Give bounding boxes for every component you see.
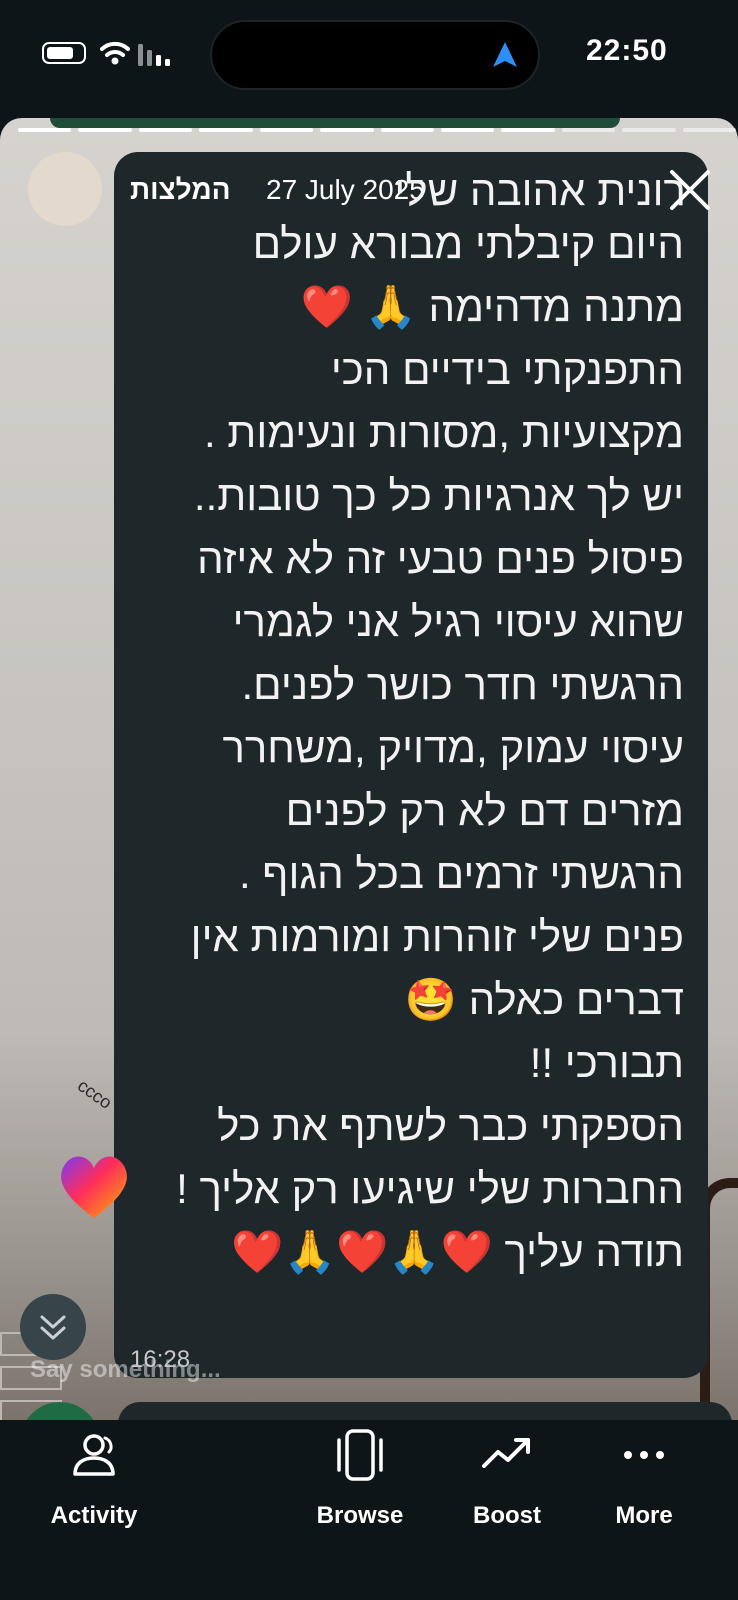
message-card: היום קיבלתי מבורא עולם מתנה מדהימה 🙏 ❤️ הת… [114,152,708,1378]
message-text: היום קיבלתי מבורא עולם מתנה מדהימה 🙏 ❤️ הת… [124,212,684,1283]
clock: 22:50 [586,34,668,67]
message-line: מתנה מדהימה 🙏 ❤️ [300,283,684,330]
tab-label: Boost [473,1502,541,1529]
boost-icon [482,1438,530,1468]
message-first-line: רונית אהובה שלי [394,167,686,214]
more-icon [624,1451,664,1459]
close-icon[interactable] [666,166,714,214]
heart-reaction-icon[interactable] [54,1146,134,1226]
message-line: הספקתי כבר לשתף את כל [217,1102,684,1149]
message-line: הרגשתי חדר כושר לפנים. [241,661,684,708]
message-line: עיסוי עמוק ,מדויק ,משחרר [222,724,684,771]
message-line: מקצועיות ,מסורות ונעימות . [203,409,684,456]
message-line: תודה עליך ❤️🙏❤️🙏❤️ [231,1228,684,1275]
tab-activity[interactable]: Activity [24,1420,164,1530]
status-bar: 22:50 [0,0,738,118]
wall-doodle: ccco [73,1075,116,1113]
battery-icon [42,42,86,64]
message-line: הרגשתי זרמים בכל הגוף . [238,850,684,897]
message-line: פיסול פנים טבעי זה לא איזה [197,535,684,582]
message-time: 16:28 [130,1346,191,1373]
tab-browse[interactable]: Browse [290,1420,430,1530]
composer-input[interactable]: Say something... [30,1356,221,1384]
tab-label: Activity [50,1502,138,1529]
scroll-down-button[interactable] [20,1294,86,1360]
wifi-icon [100,41,130,65]
double-chevron-down-icon [40,1315,66,1340]
message-line: פנים שלי זוהרות ומורמות אין [190,913,684,960]
message-line: תבורכי !! [529,1039,684,1086]
message-line: התפנקתי בידיים הכי [330,346,684,393]
tab-more[interactable]: More [574,1420,714,1530]
signal-icon [138,44,170,66]
activity-icon [73,1434,115,1476]
location-arrow-icon [493,42,517,67]
story-top-accent [50,118,620,128]
message-line: דברים כאלה 🤩 [404,976,684,1023]
message-line: היום קיבלתי מבורא עולם [252,220,684,267]
story-author[interactable]: המלצות [130,174,231,206]
tab-label: Browse [316,1502,404,1529]
browse-icon [337,1429,383,1481]
tab-boost[interactable]: Boost [437,1420,577,1530]
message-line: יש לך אנרגיות כל כך טובות.. [193,472,684,519]
story-progress [18,128,737,134]
avatar[interactable] [28,152,102,226]
message-line: מזרים דם לא רק לפנים [285,787,684,834]
message-line: החברות שלי שיגיעו רק אליך ! [176,1165,684,1212]
message-line: שהוא עיסוי רגיל אני לגמרי [232,598,684,645]
tab-label: More [615,1502,673,1529]
